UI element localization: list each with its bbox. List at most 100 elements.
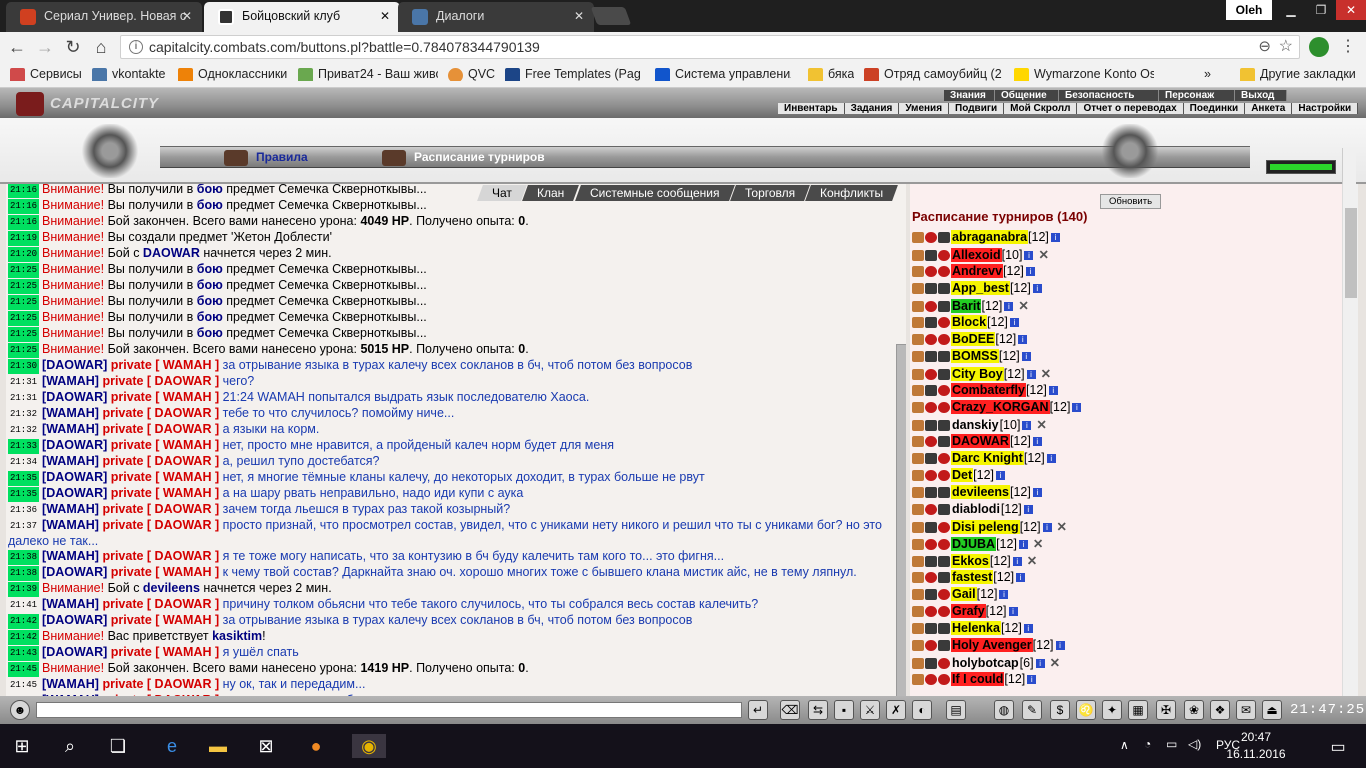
sender-nick[interactable]: DAOWAR [46, 438, 103, 452]
bookmark-item[interactable]: Wymarzone Konto Os [1014, 67, 1154, 81]
message-time[interactable]: 21:35 [8, 471, 40, 486]
send-icon[interactable]: ↵ [748, 700, 768, 720]
recipient-nick[interactable]: DAOWAR [155, 454, 212, 468]
player-name[interactable]: If I could [951, 672, 1005, 686]
info-icon[interactable]: i [999, 590, 1009, 600]
sender-nick[interactable]: DAOWAR [46, 565, 103, 579]
message-time[interactable]: 21:16 [8, 199, 40, 214]
info-icon[interactable]: i [129, 40, 143, 54]
fighter-icon[interactable]: ⚔ [860, 700, 880, 720]
player-name[interactable]: diablodi [951, 502, 1001, 516]
chat-input[interactable] [36, 702, 742, 718]
tab-system[interactable]: Системные сообщения [574, 185, 735, 201]
player-list-scrollbar[interactable] [1342, 184, 1358, 696]
home-icon[interactable]: ⌂ [90, 36, 112, 58]
message-time[interactable]: 21:33 [8, 439, 40, 454]
info-icon[interactable]: i [1035, 659, 1045, 669]
message-time[interactable]: 21:45 [8, 662, 40, 677]
bookmark-item[interactable]: Система управления [655, 67, 791, 81]
sender-nick[interactable]: DAOWAR [46, 470, 103, 484]
sender-nick[interactable]: WAMAH [46, 549, 95, 563]
map-icon[interactable]: ▦ [1128, 700, 1148, 720]
message-time[interactable]: 21:36 [8, 503, 40, 518]
message-time[interactable]: 21:45 [8, 678, 40, 693]
message-time[interactable]: 21:25 [8, 311, 40, 326]
info-icon[interactable]: i [1004, 302, 1014, 312]
message-time[interactable]: 21:16 [8, 184, 40, 198]
player-name[interactable]: DJUBA [951, 537, 997, 551]
recipient-nick[interactable]: DAOWAR [155, 374, 212, 388]
message-time[interactable]: 21:31 [8, 391, 40, 406]
menu-item[interactable]: Умения [899, 103, 950, 114]
file-explorer-icon[interactable]: ▬ [206, 734, 230, 758]
player-name[interactable]: Gail [951, 587, 977, 601]
message-time[interactable]: 21:38 [8, 550, 40, 565]
player-name[interactable]: devileens [951, 485, 1010, 499]
network-icon[interactable]: ▭ [1166, 737, 1177, 751]
sender-nick[interactable]: WAMAH [46, 406, 95, 420]
close-icon[interactable]: ✕ [380, 9, 390, 23]
cross-icon[interactable]: ✠ [1156, 700, 1176, 720]
message-time[interactable]: 21:41 [8, 598, 40, 613]
recipient-nick[interactable]: DAOWAR [155, 677, 212, 691]
info-icon[interactable]: i [1024, 251, 1034, 261]
sender-nick[interactable]: WAMAH [46, 454, 95, 468]
info-icon[interactable]: i [996, 471, 1006, 481]
menu-item[interactable]: Отчет о переводах [1077, 103, 1184, 114]
player-name[interactable]: Det [951, 468, 974, 482]
message-time[interactable]: 21:25 [8, 279, 40, 294]
player-name[interactable]: Ekkos [951, 554, 990, 568]
sender-nick[interactable]: WAMAH [46, 597, 95, 611]
recipient-nick[interactable]: WAMAH [163, 470, 212, 484]
info-icon[interactable]: i [1016, 573, 1026, 583]
new-tab-button[interactable] [590, 7, 632, 25]
bookmark-item[interactable]: Отряд самоубийц (20 [864, 67, 1002, 81]
player-name[interactable]: Combaterfly [951, 383, 1026, 397]
recipient-nick[interactable]: DAOWAR [155, 502, 212, 516]
zoom-icon[interactable]: ⊖ [1258, 37, 1271, 55]
info-icon[interactable]: i [1009, 318, 1019, 328]
player-name[interactable]: Disi peleng [951, 520, 1020, 534]
sender-nick[interactable]: WAMAH [46, 677, 95, 691]
bookmark-item[interactable]: Одноклассники [178, 67, 287, 81]
menu-item[interactable]: Подвиги [949, 103, 1005, 114]
minimize-icon[interactable]: ▁ [1276, 0, 1306, 20]
menu-item[interactable]: Персонаж [1159, 90, 1235, 101]
info-icon[interactable]: i [1021, 352, 1031, 362]
bookmark-item[interactable]: QVC [448, 67, 495, 81]
info-icon[interactable]: i [1026, 370, 1036, 380]
sender-nick[interactable]: DAOWAR [46, 613, 103, 627]
bookmark-item[interactable]: Сервисы [10, 67, 82, 81]
close-icon[interactable]: ✕ [574, 9, 584, 23]
schedule-link[interactable]: Расписание турниров [382, 150, 545, 166]
window-close-icon[interactable]: ✕ [1336, 0, 1366, 20]
player-name[interactable]: BoDEE [951, 332, 996, 346]
recipient-nick[interactable]: DAOWAR [155, 549, 212, 563]
info-icon[interactable]: i [1032, 284, 1042, 294]
skills-icon[interactable]: ❖ [1210, 700, 1230, 720]
player-name[interactable]: Grafy [951, 604, 986, 618]
info-icon[interactable]: i [1050, 233, 1060, 243]
forward-icon[interactable]: → [34, 36, 56, 58]
bookmark-item[interactable]: Free Templates (Page [505, 67, 641, 81]
sender-nick[interactable]: WAMAH [46, 422, 95, 436]
bookmark-item[interactable]: бяка [808, 67, 854, 81]
browser-tab[interactable]: Сериал Универ. Новая с ✕ [6, 2, 202, 32]
sender-nick[interactable]: DAOWAR [46, 358, 103, 372]
info-icon[interactable]: i [1018, 335, 1028, 345]
info-icon[interactable]: i [1048, 386, 1058, 396]
menu-item[interactable]: Выход [1235, 90, 1287, 101]
scroll-icon[interactable]: ▤ [946, 700, 966, 720]
message-time[interactable]: 21:25 [8, 343, 40, 358]
money-icon[interactable]: $ [1050, 700, 1070, 720]
volume-icon[interactable]: ◁) [1188, 737, 1201, 751]
message-time[interactable]: 21:25 [8, 327, 40, 342]
reload-icon[interactable]: ↻ [62, 36, 84, 58]
message-time[interactable]: 21:16 [8, 215, 40, 230]
tab-conflicts[interactable]: Конфликты [805, 185, 899, 201]
message-time[interactable]: 21:37 [8, 519, 40, 534]
lion-icon[interactable]: ♌ [1076, 700, 1096, 720]
info-icon[interactable]: i [1018, 540, 1028, 550]
message-time[interactable]: 21:31 [8, 375, 40, 390]
save-icon[interactable]: ▪ [834, 700, 854, 720]
